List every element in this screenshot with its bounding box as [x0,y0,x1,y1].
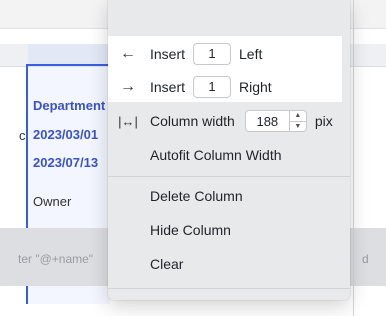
column-divider [353,0,354,316]
arrow-right-icon: → [120,78,136,95]
clear-item[interactable]: Clear > [108,248,350,280]
cut-off-cell-text: c [19,128,26,143]
stepper-up-icon[interactable]: ▲ [289,111,306,122]
autofit-label: Autofit Column Width [150,147,282,163]
column-context-menu: ← Insert 1 Left → Insert 1 Right |↔| Col… [108,0,350,300]
stepper-down-icon[interactable]: ▼ [290,122,306,131]
column-width-unit: pix [314,113,333,129]
insert-right-count-input[interactable]: 1 [193,76,232,98]
delete-column-item[interactable]: Delete Column [108,180,350,212]
selected-column-header[interactable] [28,44,108,66]
insert-left-label: Insert [150,46,186,62]
insert-right-item[interactable]: → Insert 1 Right [108,71,342,103]
cut-off-right-text: d [362,252,369,266]
insert-left-side-label: Left [239,46,263,62]
width-stepper-buttons[interactable]: ▲ ▼ [288,111,306,131]
column-width-label: Column width [150,113,235,129]
cell-department[interactable]: Department [33,98,107,113]
column-width-stepper[interactable]: 188 ▲ ▼ [244,110,307,132]
cell-date-1[interactable]: 2023/03/01 [33,127,107,142]
cell-date-2[interactable]: 2023/07/13 [33,155,107,170]
insert-right-label: Insert [150,79,186,95]
column-width-icon: |↔| [118,113,138,129]
column-width-item[interactable]: |↔| Column width 188 ▲ ▼ pix [108,105,342,137]
insert-left-item[interactable]: ← Insert 1 Left [108,38,342,70]
autofit-column-width-item[interactable]: Autofit Column Width [108,139,350,171]
delete-column-label: Delete Column [150,188,243,204]
menu-divider [108,176,350,177]
insert-right-side-label: Right [239,79,272,95]
column-width-value[interactable]: 188 [246,114,289,129]
arrow-left-icon: ← [120,45,136,62]
hide-column-item[interactable]: Hide Column [108,214,350,246]
cell-owner[interactable]: Owner [33,194,107,209]
hide-column-label: Hide Column [150,222,231,238]
clear-label: Clear [150,256,184,272]
insert-left-count-input[interactable]: 1 [193,43,232,65]
mention-input-placeholder[interactable]: ter "@+name" [18,252,108,266]
menu-divider-bottom [108,288,350,289]
